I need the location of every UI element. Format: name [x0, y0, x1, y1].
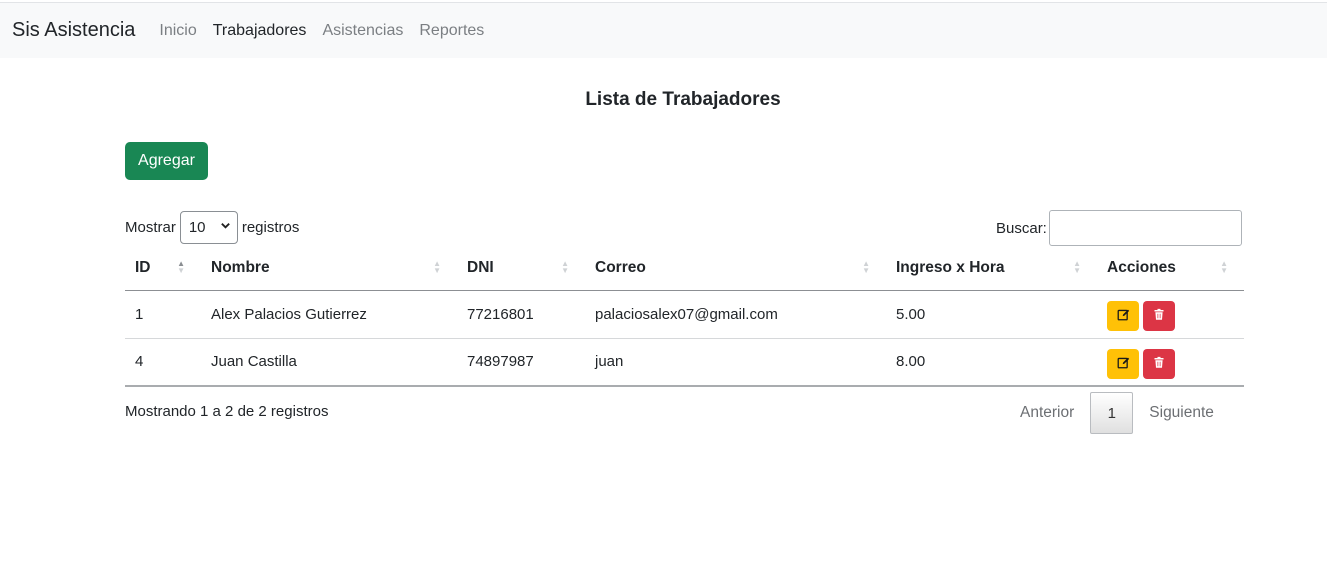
- nav-link-inicio[interactable]: Inicio: [159, 22, 196, 40]
- cell-id: 1: [125, 290, 201, 339]
- cell-nombre: Juan Castilla: [201, 338, 457, 387]
- edit-button[interactable]: [1107, 348, 1139, 379]
- nav-link-asistencias[interactable]: Asistencias: [322, 22, 403, 40]
- chevron-down-icon: [220, 220, 231, 234]
- sort-icon: ▲ ▼: [561, 259, 569, 275]
- column-header-acciones[interactable]: Acciones ▲ ▼: [1097, 246, 1244, 291]
- cell-dni: 74897987: [457, 338, 585, 387]
- nav-link-reportes[interactable]: Reportes: [419, 22, 484, 40]
- nav-link-trabajadores[interactable]: Trabajadores: [213, 22, 307, 40]
- sort-icon: ▲ ▼: [177, 259, 185, 275]
- page-title: Lista de Trabajadores: [585, 89, 781, 110]
- trash-icon: [1153, 308, 1165, 324]
- table-row: 1 Alex Palacios Gutierrez 77216801 palac…: [125, 290, 1244, 339]
- edit-button[interactable]: [1107, 301, 1139, 331]
- pagination-page-current[interactable]: 1: [1090, 392, 1134, 434]
- pencil-square-icon: [1117, 308, 1130, 324]
- sort-icon: ▲ ▼: [1073, 259, 1081, 275]
- cell-ingreso: 5.00: [886, 290, 1097, 339]
- pagination: Anterior 1 Siguiente: [1004, 392, 1230, 434]
- column-header-nombre[interactable]: Nombre ▲ ▼: [201, 246, 457, 291]
- length-select-value: 10: [188, 218, 206, 236]
- delete-button[interactable]: [1143, 348, 1175, 379]
- pencil-square-icon: [1117, 356, 1130, 372]
- search-label: Buscar:: [996, 219, 1047, 237]
- pagination-next[interactable]: Siguiente: [1133, 404, 1230, 422]
- column-header-id[interactable]: ID ▲ ▼: [125, 246, 201, 291]
- cell-acciones: [1097, 338, 1244, 387]
- search-input[interactable]: [1048, 210, 1242, 246]
- length-prefix-label: Mostrar: [125, 218, 176, 236]
- pagination-previous[interactable]: Anterior: [1004, 404, 1090, 422]
- cell-ingreso: 8.00: [886, 338, 1097, 387]
- cell-id: 4: [125, 338, 201, 387]
- cell-nombre: Alex Palacios Gutierrez: [201, 290, 457, 339]
- column-header-dni[interactable]: DNI ▲ ▼: [457, 246, 585, 291]
- cell-dni: 77216801: [457, 290, 585, 339]
- cell-correo: juan: [585, 338, 886, 387]
- delete-button[interactable]: [1143, 301, 1175, 331]
- add-button[interactable]: Agregar: [125, 142, 208, 180]
- length-control: Mostrar 10 registros: [125, 210, 299, 244]
- column-header-correo[interactable]: Correo ▲ ▼: [585, 246, 886, 291]
- cell-correo: palaciosalex07@gmail.com: [585, 290, 886, 339]
- table-header-row: ID ▲ ▼ Nombre ▲ ▼ DNI ▲ ▼ Correo ▲ ▼ Ingreso…: [125, 246, 1244, 291]
- sort-icon: ▲ ▼: [433, 259, 441, 275]
- navbar-brand[interactable]: Sis Asistencia: [12, 19, 135, 42]
- trash-icon: [1153, 356, 1165, 372]
- table-row: 4 Juan Castilla 74897987 juan 8.00: [125, 338, 1244, 387]
- sort-icon: ▲ ▼: [862, 259, 870, 275]
- search-control: Buscar:: [996, 210, 1242, 246]
- navbar: Sis Asistencia Inicio Trabajadores Asist…: [0, 2, 1327, 58]
- column-header-ingreso[interactable]: Ingreso x Hora ▲ ▼: [886, 246, 1097, 291]
- table-info: Mostrando 1 a 2 de 2 registros: [125, 403, 329, 420]
- sort-icon: ▲ ▼: [1220, 259, 1228, 275]
- cell-acciones: [1097, 290, 1244, 339]
- length-suffix-label: registros: [241, 218, 300, 236]
- workers-table: ID ▲ ▼ Nombre ▲ ▼ DNI ▲ ▼ Correo ▲ ▼ Ingreso…: [125, 246, 1244, 387]
- length-select[interactable]: 10: [179, 210, 238, 244]
